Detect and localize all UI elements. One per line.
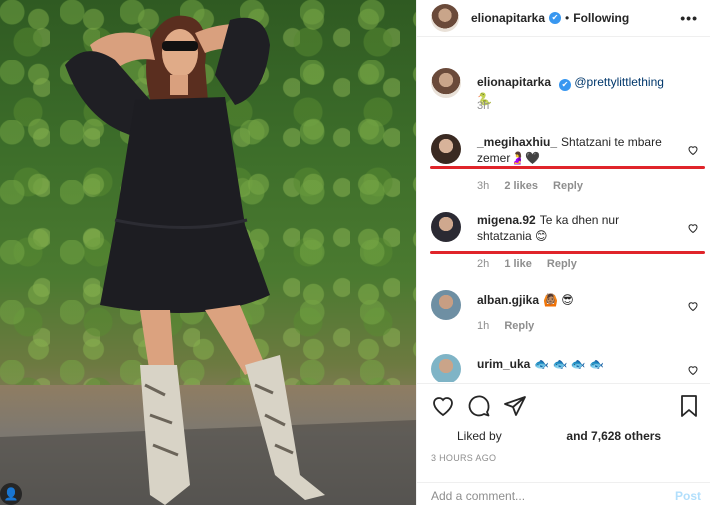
more-options-icon[interactable]: •••: [680, 10, 698, 26]
like-heart-icon[interactable]: [431, 394, 455, 418]
add-comment-bar: Add a comment... Post: [417, 482, 710, 505]
reply-button[interactable]: Reply: [547, 258, 577, 270]
comment-text: 🙆🏽 😎: [543, 293, 574, 307]
highlight-underline: [430, 166, 705, 169]
caption-username[interactable]: elionapitarka: [477, 75, 551, 89]
reply-button[interactable]: Reply: [504, 320, 534, 332]
post-actions: Liked by and 7,628 others 3 HOURS AGO Ad…: [417, 383, 710, 505]
liked-by-line: Liked by and 7,628 others: [457, 429, 661, 443]
caption-time[interactable]: 3h: [477, 100, 489, 112]
comment-username[interactable]: _megihaxhiu_: [477, 135, 557, 149]
comment-avatar[interactable]: [431, 290, 461, 320]
comment-avatar[interactable]: [431, 354, 461, 382]
separator-dot: •: [565, 11, 570, 25]
share-paper-plane-icon[interactable]: [503, 394, 527, 418]
comment-avatar[interactable]: [431, 134, 461, 164]
comment-bubble-icon[interactable]: [467, 394, 491, 418]
verified-badge-icon: ✔: [559, 79, 572, 91]
liked-by-prefix[interactable]: Liked by: [457, 429, 502, 443]
author-avatar[interactable]: [431, 4, 459, 32]
like-comment-heart-icon[interactable]: [687, 300, 699, 312]
highlight-underline: [430, 251, 705, 254]
verified-badge-icon: ✔: [549, 12, 562, 24]
comment-time[interactable]: 3h: [477, 180, 489, 192]
add-comment-input[interactable]: Add a comment...: [431, 489, 525, 503]
save-bookmark-icon[interactable]: [677, 394, 701, 418]
comment-username[interactable]: urim_uka: [477, 357, 530, 371]
post-button[interactable]: Post: [675, 489, 701, 503]
comment-likes[interactable]: 1 like: [504, 258, 532, 270]
caption-avatar[interactable]: [431, 68, 461, 98]
author-username[interactable]: elionapitarka: [471, 11, 545, 25]
comment-time[interactable]: 2h: [477, 258, 489, 270]
post-photo[interactable]: 👤: [0, 0, 416, 505]
reply-button[interactable]: Reply: [553, 180, 583, 192]
comment-username[interactable]: migena.92: [477, 213, 536, 227]
like-comment-heart-icon[interactable]: [687, 364, 699, 376]
like-comment-heart-icon[interactable]: [687, 144, 699, 156]
comment-time[interactable]: 1h: [477, 320, 489, 332]
caption-mention[interactable]: @prettylittlething: [574, 75, 664, 89]
post-header: elionapitarka ✔ • Following •••: [417, 0, 710, 37]
tagged-people-icon[interactable]: 👤: [0, 483, 22, 505]
comment-avatar[interactable]: [431, 212, 461, 242]
comment-text: 🐟 🐟 🐟 🐟: [534, 357, 605, 371]
comments-list[interactable]: elionapitarka ✔ @prettylittlething 🐍 3h _…: [417, 52, 710, 382]
like-comment-heart-icon[interactable]: [687, 222, 699, 234]
following-button[interactable]: Following: [573, 11, 629, 25]
comment-username[interactable]: alban.gjika: [477, 293, 539, 307]
comment-likes[interactable]: 2 likes: [504, 180, 538, 192]
post-timestamp[interactable]: 3 HOURS AGO: [431, 453, 496, 463]
person-figure: [65, 15, 325, 505]
post-side-panel: elionapitarka ✔ • Following ••• elionapi…: [416, 0, 710, 505]
liked-by-count[interactable]: and 7,628 others: [566, 429, 661, 443]
